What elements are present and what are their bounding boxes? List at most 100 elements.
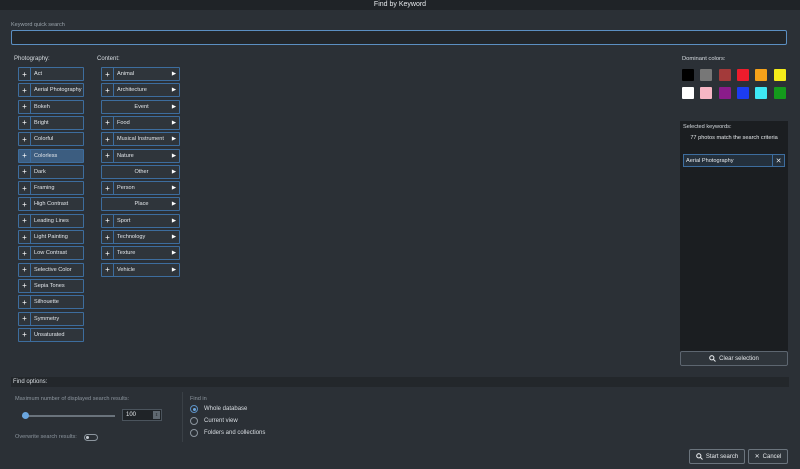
radio-button[interactable] [190,417,198,425]
content-category-item[interactable]: + Vehicle ▶ [101,262,180,277]
content-category-item[interactable]: + Musical Instrument ▶ [101,132,180,147]
color-swatch[interactable] [700,69,713,81]
plus-icon[interactable]: + [19,247,31,260]
max-results-input[interactable]: 100 ⇕ [122,409,162,421]
plus-icon[interactable]: + [102,231,114,243]
photography-keyword-item[interactable]: + Sepia Tones [18,278,84,293]
photography-keyword-item[interactable]: + Dark [18,164,84,179]
chevron-right-icon[interactable]: ▶ [169,201,179,207]
plus-icon[interactable]: + [19,100,31,113]
plus-icon[interactable]: + [19,68,31,80]
color-swatch[interactable] [718,87,731,99]
remove-keyword-button[interactable]: ✕ [772,155,784,166]
content-category-item[interactable]: + Food ▶ [101,115,180,130]
chevron-right-icon[interactable]: ▶ [169,169,179,175]
overwrite-toggle[interactable] [84,434,98,441]
color-swatch[interactable] [736,69,749,81]
radio-button[interactable] [190,405,198,413]
plus-icon[interactable]: + [102,68,114,80]
quick-search-input[interactable] [11,30,787,45]
plus-icon[interactable]: + [19,116,31,129]
plus-icon[interactable]: + [19,133,31,146]
find-in-option[interactable]: Whole database [190,405,247,413]
photography-keyword-item[interactable]: + Light Painting [18,230,84,244]
content-category-item[interactable]: + Architecture ▶ [101,83,180,98]
plus-icon[interactable]: + [102,116,114,129]
content-category-item[interactable]: Place ▶ [101,197,180,212]
radio-button[interactable] [190,429,198,437]
chevron-right-icon[interactable]: ▶ [169,104,179,110]
chevron-right-icon[interactable]: ▶ [169,250,179,256]
color-swatch[interactable] [736,87,749,99]
content-category-item[interactable]: + Person ▶ [101,181,180,196]
content-category-item[interactable]: + Technology ▶ [101,230,180,244]
plus-icon[interactable]: + [19,312,31,325]
photography-keyword-item[interactable]: + Bright [18,115,84,130]
chevron-right-icon[interactable]: ▶ [169,218,179,224]
clear-selection-button[interactable]: Clear selection [680,351,788,366]
plus-icon[interactable]: + [102,133,114,146]
color-swatch[interactable] [755,69,768,81]
plus-icon[interactable]: + [19,182,31,195]
find-options-header: Find options: [11,377,789,387]
color-swatch[interactable] [682,69,694,81]
content-category-item[interactable]: + Animal ▶ [101,67,180,81]
photography-keyword-item[interactable]: + Framing [18,181,84,196]
keyword-label: Framing [34,185,55,192]
photography-keyword-item[interactable]: + Silhouette [18,295,84,310]
plus-icon[interactable]: + [102,247,114,260]
photography-keyword-item[interactable]: + Act [18,67,84,81]
chevron-right-icon[interactable]: ▶ [169,185,179,191]
color-swatch[interactable] [773,69,786,81]
max-results-slider-track[interactable] [22,415,115,417]
content-category-item[interactable]: Event ▶ [101,99,180,114]
plus-icon[interactable]: + [19,214,31,227]
chevron-right-icon[interactable]: ▶ [169,136,179,142]
plus-icon[interactable]: + [102,84,114,97]
color-swatch[interactable] [700,87,713,99]
plus-icon[interactable]: + [102,182,114,195]
plus-icon[interactable]: + [19,263,31,276]
chevron-right-icon[interactable]: ▶ [169,267,179,273]
photography-keyword-item[interactable]: + Colorless [18,148,84,163]
color-swatch[interactable] [682,87,694,99]
plus-icon[interactable]: + [19,198,31,211]
photography-keyword-item[interactable]: + Bokeh [18,99,84,114]
cancel-button[interactable]: ✕ Cancel [748,449,788,464]
photography-keyword-item[interactable]: + Colorful [18,132,84,147]
content-category-item[interactable]: + Texture ▶ [101,246,180,261]
plus-icon[interactable]: + [19,296,31,309]
photography-keyword-item[interactable]: + Low Contrast [18,246,84,261]
stepper-icon[interactable]: ⇕ [153,411,160,419]
plus-icon[interactable]: + [102,263,114,276]
find-in-option[interactable]: Folders and collections [190,429,265,437]
chevron-right-icon[interactable]: ▶ [169,120,179,126]
color-swatch[interactable] [718,69,731,81]
content-category-item[interactable]: Other ▶ [101,164,180,179]
plus-icon[interactable]: + [102,149,114,162]
color-swatch[interactable] [773,87,786,99]
chevron-right-icon[interactable]: ▶ [169,234,179,240]
chevron-right-icon[interactable]: ▶ [169,87,179,93]
photography-keyword-item[interactable]: + Selective Color [18,262,84,277]
plus-icon[interactable]: + [19,328,31,341]
photography-keyword-item[interactable]: + Symmetry [18,311,84,326]
chevron-right-icon[interactable]: ▶ [169,153,179,159]
content-category-item[interactable]: + Sport ▶ [101,213,180,228]
photography-keyword-item[interactable]: + Aerial Photography [18,83,84,98]
start-search-button[interactable]: Start search [689,449,745,464]
plus-icon[interactable]: + [19,231,31,243]
color-swatch[interactable] [755,87,768,99]
photography-keyword-item[interactable]: + Unsaturated [18,327,84,342]
plus-icon[interactable]: + [19,279,31,292]
max-results-slider-thumb[interactable] [21,412,29,419]
plus-icon[interactable]: + [19,84,31,97]
plus-icon[interactable]: + [19,149,31,162]
photography-keyword-item[interactable]: + Leading Lines [18,213,84,228]
find-in-option[interactable]: Current view [190,417,238,425]
chevron-right-icon[interactable]: ▶ [169,71,179,77]
content-category-item[interactable]: + Nature ▶ [101,148,180,163]
photography-keyword-item[interactable]: + High Contrast [18,197,84,212]
plus-icon[interactable]: + [102,214,114,227]
plus-icon[interactable]: + [19,165,31,178]
